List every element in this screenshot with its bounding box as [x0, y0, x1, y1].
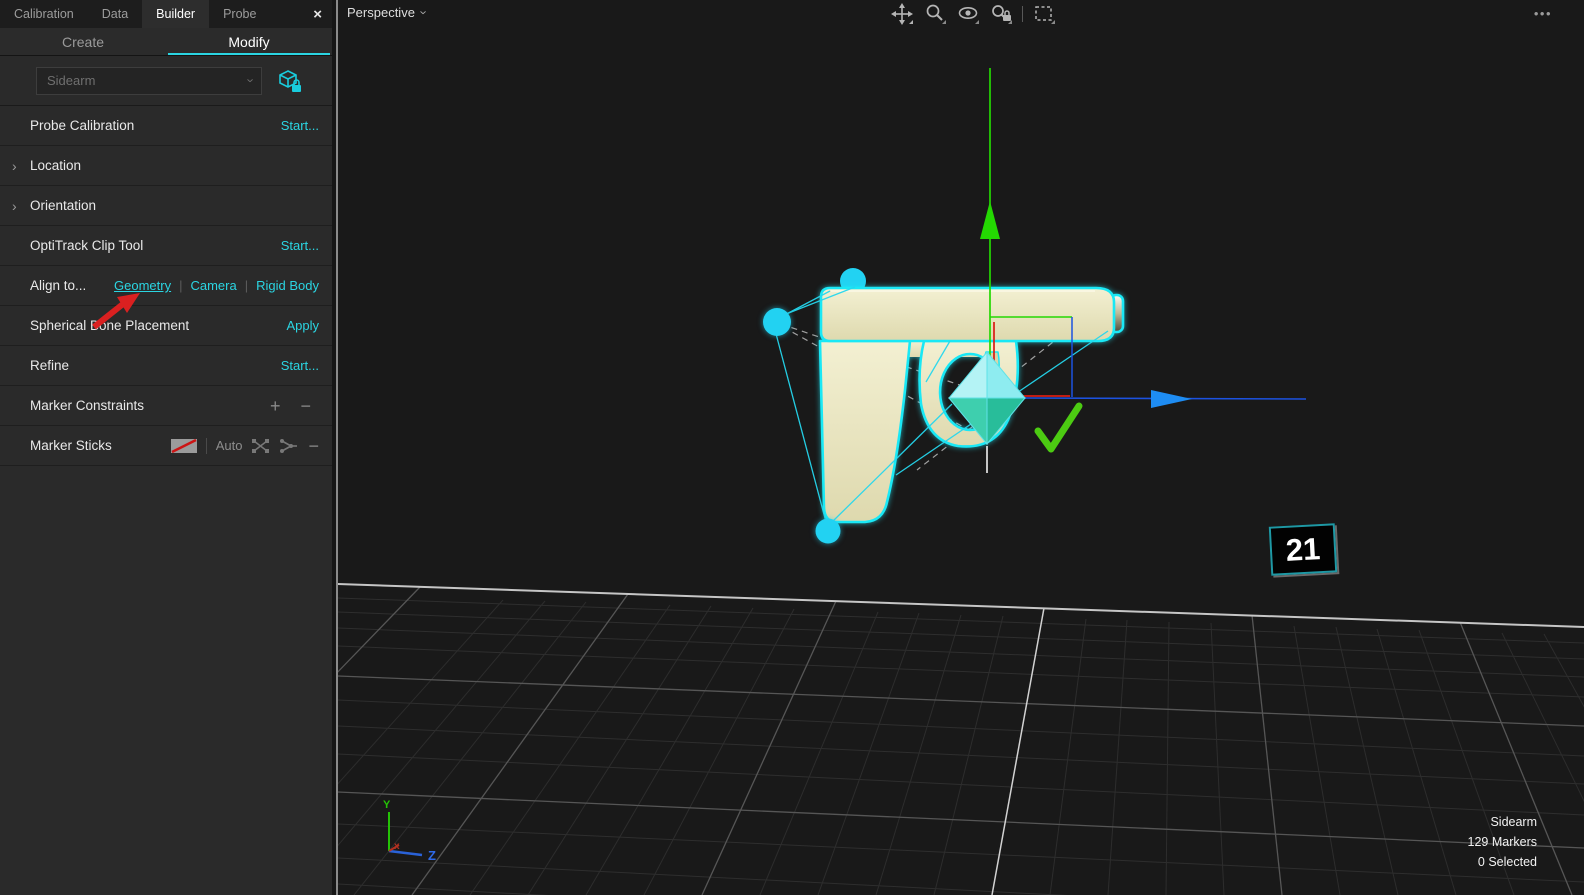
align-geometry-button[interactable]: Geometry	[114, 278, 171, 293]
translate-tool-icon[interactable]	[890, 3, 914, 25]
cube-lock-glyph	[277, 68, 303, 94]
pane-viewport-divider[interactable]	[336, 0, 338, 895]
tab-builder[interactable]: Builder	[142, 0, 209, 28]
tab-data[interactable]: Data	[88, 0, 142, 28]
builder-pane: Calibration Data Builder Probe × Create …	[0, 0, 336, 895]
row-clip-tool: OptiTrack Clip Tool Start...	[0, 226, 332, 266]
subtab-modify[interactable]: Modify	[166, 28, 332, 55]
status-selected-count: 0 Selected	[1468, 852, 1537, 872]
row-probe-calibration: Probe Calibration Start...	[0, 106, 332, 146]
row-marker-constraints: Marker Constraints + −	[0, 386, 332, 426]
align-to-label: Align to...	[30, 278, 86, 293]
remove-constraint-icon[interactable]: −	[300, 397, 311, 415]
spherical-bone-apply-button[interactable]: Apply	[286, 318, 319, 333]
divider	[206, 438, 207, 454]
floor-grid	[338, 584, 1584, 895]
asset-dropdown[interactable]: Sidearm ›	[36, 67, 262, 95]
builder-tool-list: Probe Calibration Start... › Location › …	[0, 106, 332, 466]
visibility-eye-icon[interactable]	[956, 3, 980, 25]
subtab-create[interactable]: Create	[0, 28, 166, 55]
stick-color-swatch[interactable]	[171, 439, 197, 453]
status-marker-count: 129 Markers	[1468, 832, 1537, 852]
no-color-stripe	[171, 439, 197, 453]
marker[interactable]	[763, 308, 791, 336]
row-spherical-bone: Spherical Bone Placement Apply	[0, 306, 332, 346]
marker-count-badge: 21	[1269, 523, 1337, 575]
marker-constraints-label: Marker Constraints	[30, 398, 144, 413]
chevron-right-icon: ›	[12, 198, 17, 214]
probe-calibration-label: Probe Calibration	[30, 118, 134, 133]
x-axis-arrow	[1025, 390, 1306, 408]
scene-canvas: Y Z x	[338, 0, 1584, 895]
refine-label: Refine	[30, 358, 69, 373]
chevron-right-icon: ›	[12, 158, 17, 174]
refine-start-button[interactable]: Start...	[281, 358, 319, 373]
camera-mode-dropdown[interactable]: Perspective ›	[347, 5, 426, 20]
orientation-label: Orientation	[30, 198, 96, 213]
probe-calibration-start-button[interactable]: Start...	[281, 118, 319, 133]
divider: |	[179, 278, 182, 293]
clip-tool-start-button[interactable]: Start...	[281, 238, 319, 253]
axis-y-label: Y	[383, 799, 391, 811]
axis-z-label: Z	[428, 848, 436, 863]
row-orientation[interactable]: › Orientation	[0, 186, 332, 226]
asset-selector-area: Sidearm ›	[0, 56, 332, 106]
viewport-toolbar	[890, 3, 1056, 25]
optitrack-motive-window: Calibration Data Builder Probe × Create …	[0, 0, 1584, 895]
stick-chain-icon[interactable]	[279, 438, 299, 454]
align-rigid-body-button[interactable]: Rigid Body	[256, 278, 319, 293]
stick-mesh-icon[interactable]	[251, 438, 270, 454]
close-pane-icon[interactable]: ×	[303, 0, 332, 28]
location-label: Location	[30, 158, 81, 173]
zoom-tool-icon[interactable]	[923, 3, 947, 25]
marker[interactable]	[816, 519, 841, 544]
check-annotation	[1038, 406, 1079, 449]
perspective-viewport[interactable]: Y Z x Perspective ›	[338, 0, 1584, 895]
builder-subtabs: Create Modify	[0, 28, 332, 56]
row-marker-sticks: Marker Sticks Auto	[0, 426, 332, 466]
auto-sticks-button[interactable]: Auto	[216, 438, 243, 453]
row-align-to: Align to... Geometry | Camera | Rigid Bo…	[0, 266, 332, 306]
locked-asset-cube-icon[interactable]	[277, 68, 303, 94]
asset-dropdown-value: Sidearm	[47, 73, 249, 88]
marquee-select-tool-icon[interactable]	[1032, 3, 1056, 25]
divider: |	[245, 278, 248, 293]
axis-x-label: x	[394, 841, 400, 852]
row-refine: Refine Start...	[0, 346, 332, 386]
align-camera-button[interactable]: Camera	[190, 278, 236, 293]
chevron-down-icon: ›	[244, 78, 257, 82]
axis-gizmo: Y Z x	[383, 799, 436, 863]
row-location[interactable]: › Location	[0, 146, 332, 186]
toolbar-divider	[1022, 6, 1023, 22]
tab-calibration[interactable]: Calibration	[0, 0, 88, 28]
spherical-bone-label: Spherical Bone Placement	[30, 318, 189, 333]
pane-tabstrip: Calibration Data Builder Probe ×	[0, 0, 332, 28]
selection-status: Sidearm 129 Markers 0 Selected	[1468, 812, 1537, 872]
status-asset-name: Sidearm	[1468, 812, 1537, 832]
marker-sticks-label: Marker Sticks	[30, 438, 112, 453]
clip-tool-label: OptiTrack Clip Tool	[30, 238, 143, 253]
remove-stick-icon[interactable]: −	[308, 437, 319, 455]
camera-mode-value: Perspective	[347, 5, 415, 20]
tab-probe[interactable]: Probe	[209, 0, 270, 28]
zoom-lock-tool-icon[interactable]	[989, 3, 1013, 25]
add-constraint-icon[interactable]: +	[270, 397, 281, 415]
panel-empty-area	[0, 466, 332, 895]
overflow-menu-icon[interactable]: •••	[1534, 6, 1552, 21]
chevron-down-icon: ›	[418, 10, 431, 14]
